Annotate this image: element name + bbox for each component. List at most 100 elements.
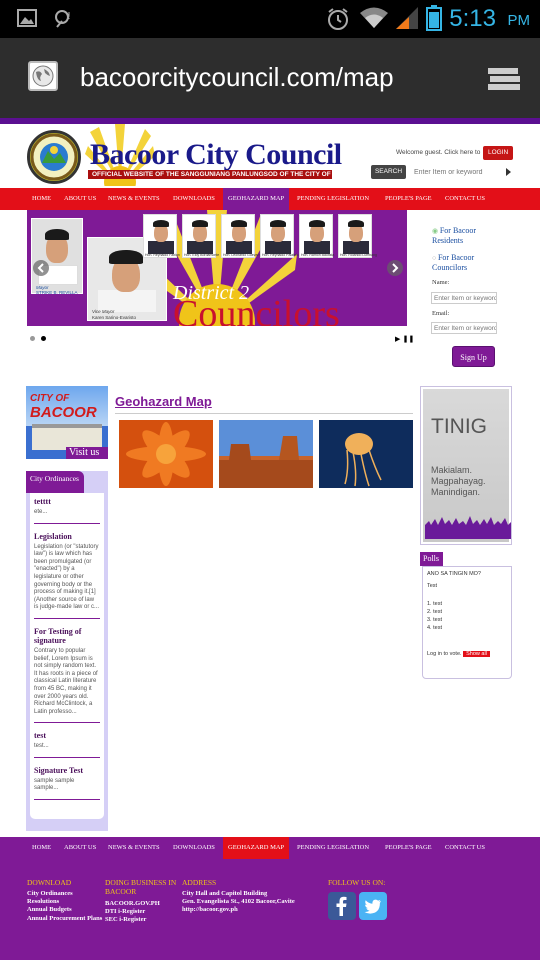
email-field[interactable] bbox=[431, 322, 497, 334]
sidebar-links: ◉ For Bacoor Residents ○ For Bacoor Coun… bbox=[432, 226, 500, 280]
nav-pending-legislation[interactable]: PENDING LEGISLATION bbox=[292, 837, 374, 859]
councilor-photo: Hon. Eloy Bordamonte bbox=[182, 214, 220, 258]
poll-option[interactable]: 3. test bbox=[427, 616, 507, 624]
list-item[interactable]: test test... bbox=[34, 731, 100, 758]
footer-link[interactable]: Annual Procurement Plans bbox=[27, 915, 103, 923]
site-title[interactable]: Bacoor City Council bbox=[90, 138, 342, 172]
chrysanthemum-image[interactable] bbox=[119, 420, 213, 488]
item-title[interactable]: For Testing of signature bbox=[34, 627, 100, 645]
ordinances-tab[interactable]: City Ordinances bbox=[26, 471, 84, 493]
jellyfish-image[interactable] bbox=[319, 420, 413, 488]
web-page: Bacoor City Council OFFICIAL WEBSITE OF … bbox=[0, 118, 540, 960]
councilor-name: Hon. Eloy Bordamonte bbox=[184, 253, 220, 257]
item-title[interactable]: Signature Test bbox=[34, 766, 100, 775]
list-item[interactable]: Legislation Legislation (or "statutory la… bbox=[34, 532, 100, 619]
website-link[interactable]: http://bacoor.gov.ph bbox=[182, 906, 327, 914]
nav-about-us[interactable]: ABOUT US bbox=[59, 188, 101, 210]
footer-link[interactable]: City Ordinances bbox=[27, 890, 103, 898]
list-item[interactable]: tetttt ete... bbox=[34, 497, 100, 524]
nav-downloads[interactable]: DOWNLOADS bbox=[168, 837, 220, 859]
poll-option[interactable]: 2. test bbox=[427, 608, 507, 616]
alarm-icon bbox=[328, 8, 348, 30]
search-button[interactable]: SEARCH bbox=[371, 165, 406, 179]
wifi-icon bbox=[360, 7, 388, 28]
tinig-banner[interactable]: TINIG Makialam. Magpahayag. Manindigan. bbox=[420, 386, 512, 545]
polls-widget: Polls ANO SA TINGIN MO? Test 1. test 2. … bbox=[420, 552, 512, 679]
main-nav: HOME ABOUT US NEWS & EVENTS DOWNLOADS GE… bbox=[0, 188, 540, 210]
nav-peoples-page[interactable]: PEOPLE'S PAGE bbox=[380, 837, 437, 859]
search-input[interactable] bbox=[410, 165, 502, 179]
link-for-residents[interactable]: ◉ For Bacoor Residents bbox=[432, 226, 500, 245]
footer-link[interactable]: Resolutions bbox=[27, 898, 103, 906]
email-label: Email: bbox=[432, 310, 450, 317]
slogan-line: Makialam. bbox=[431, 465, 473, 475]
item-title[interactable]: tetttt bbox=[34, 497, 100, 506]
twitter-icon[interactable] bbox=[359, 892, 387, 920]
url-text[interactable]: bacoorcitycouncil.com/map bbox=[80, 62, 394, 93]
item-title[interactable]: Legislation bbox=[34, 532, 100, 541]
nav-contact-us[interactable]: CONTACT US bbox=[440, 837, 490, 859]
nav-downloads[interactable]: DOWNLOADS bbox=[168, 188, 220, 210]
nav-geohazard-map[interactable]: GEOHAZARD MAP bbox=[223, 837, 290, 859]
mic-off-icon: ! bbox=[55, 10, 71, 28]
nav-news-events[interactable]: NEWS & EVENTS bbox=[103, 837, 165, 859]
nav-geohazard-map[interactable]: GEOHAZARD MAP bbox=[223, 188, 290, 210]
welcome-text: Welcome guest. Click here to bbox=[396, 149, 481, 156]
hero-slider[interactable]: Mayor STRIKE B. REVILLA Vice Mayor Karen… bbox=[27, 210, 407, 326]
item-text: ete... bbox=[34, 509, 48, 515]
footer-link[interactable]: BACOOR.GOV.PH bbox=[105, 900, 181, 908]
tabs-icon[interactable] bbox=[486, 64, 522, 92]
city-seal-logo[interactable] bbox=[27, 130, 81, 184]
name-field[interactable] bbox=[431, 292, 497, 304]
geohazard-title[interactable]: Geohazard Map bbox=[115, 394, 212, 409]
footer-heading: DOWNLOAD bbox=[27, 878, 72, 887]
search-go-icon[interactable] bbox=[506, 168, 511, 176]
polls-tab[interactable]: Polls bbox=[420, 552, 443, 566]
show-all-button[interactable]: Show all bbox=[463, 651, 490, 657]
slider-dot[interactable] bbox=[30, 336, 35, 341]
signup-button[interactable]: Sign Up bbox=[452, 346, 495, 367]
councilor-photo: Hon. Reynaldo Palabrica bbox=[260, 214, 301, 258]
footer-download: DOWNLOAD City Ordinances Resolutions Ann… bbox=[27, 878, 103, 923]
nav-pending-legislation[interactable]: PENDING LEGISLATION bbox=[292, 188, 374, 210]
login-button[interactable]: LOGIN bbox=[483, 146, 514, 160]
poll-option[interactable]: 4. test bbox=[427, 624, 507, 632]
address-line: Gen. Evangelista St., 4102 Bacoor,Cavite bbox=[182, 898, 295, 906]
link-for-councilors[interactable]: ○ For Bacoor Councilors bbox=[432, 253, 500, 272]
nav-home[interactable]: HOME bbox=[27, 837, 56, 859]
play-pause-icon[interactable]: ▶ ❚❚ bbox=[395, 335, 414, 343]
radio-bullet-icon: ◉ bbox=[432, 227, 440, 235]
desert-image[interactable] bbox=[219, 420, 313, 488]
city-of-bacoor-banner[interactable]: CITY OF BACOOR Visit us bbox=[26, 386, 108, 459]
nav-contact-us[interactable]: CONTACT US bbox=[440, 188, 490, 210]
poll-title: Test bbox=[427, 583, 438, 589]
footer-link[interactable]: SEC i-Register bbox=[105, 916, 181, 924]
footer: HOME ABOUT US NEWS & EVENTS DOWNLOADS GE… bbox=[0, 837, 540, 960]
poll-option[interactable]: 1. test bbox=[427, 600, 507, 608]
visit-us-button[interactable]: Visit us bbox=[66, 447, 108, 459]
login-to-vote-link[interactable]: Log in to vote. bbox=[427, 651, 462, 657]
slider-next-button[interactable] bbox=[387, 260, 403, 276]
footer-heading: FOLLOW US ON: bbox=[328, 878, 386, 887]
globe-icon[interactable] bbox=[28, 61, 58, 91]
facebook-icon[interactable] bbox=[328, 892, 356, 920]
nav-home[interactable]: HOME bbox=[27, 188, 56, 210]
item-text: Legislation (or "statutory law") is law … bbox=[34, 543, 100, 611]
nav-about-us[interactable]: ABOUT US bbox=[59, 837, 101, 859]
list-item[interactable]: For Testing of signature Contrary to popu… bbox=[34, 627, 100, 724]
item-title[interactable]: test bbox=[34, 731, 100, 740]
slider-prev-button[interactable] bbox=[33, 260, 49, 276]
nav-peoples-page[interactable]: PEOPLE'S PAGE bbox=[380, 188, 437, 210]
list-item[interactable]: Signature Test sample sample sample... bbox=[34, 766, 100, 801]
svg-text:!: ! bbox=[67, 11, 71, 22]
councilor-photo: Hon. Ramon Bautista bbox=[299, 214, 334, 258]
slider-dot[interactable] bbox=[41, 336, 46, 341]
footer-business: DOING BUSINESS IN BACOOR BACOOR.GOV.PH D… bbox=[105, 878, 181, 925]
address-line: City Hall and Capitol Building bbox=[182, 890, 268, 897]
footer-heading: ADDRESS bbox=[182, 878, 217, 887]
divider bbox=[115, 413, 413, 414]
banner-title-line2: BACOOR bbox=[30, 404, 97, 421]
footer-link[interactable]: DTI i-Register bbox=[105, 908, 181, 916]
footer-link[interactable]: Annual Budgets bbox=[27, 906, 103, 914]
nav-news-events[interactable]: NEWS & EVENTS bbox=[103, 188, 165, 210]
